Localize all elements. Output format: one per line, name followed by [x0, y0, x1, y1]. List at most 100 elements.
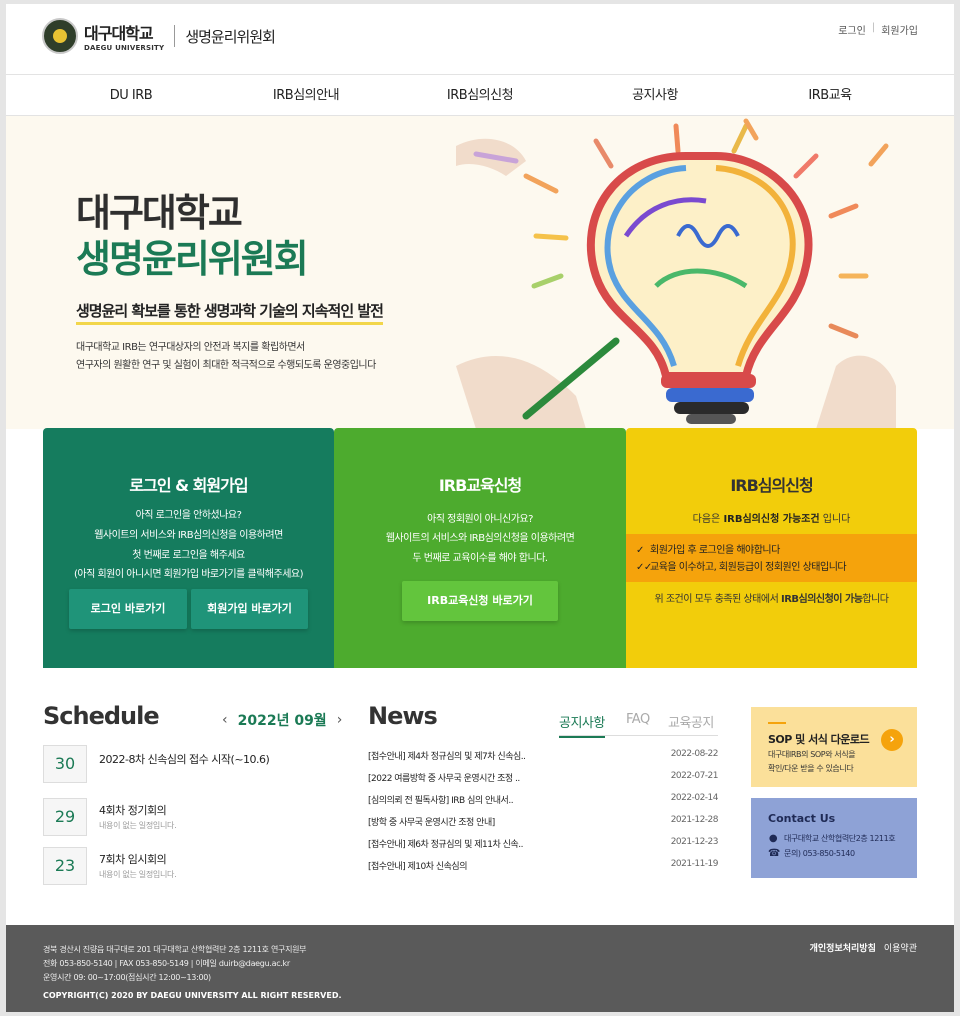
schedule-month-nav: ‹ 2022년 09월 ›	[222, 710, 342, 730]
contact-address-text: 대구대학교 산학협력단2층 1211호	[784, 834, 896, 843]
login-link[interactable]: 로그인	[838, 22, 866, 37]
news-row[interactable]: [접수안내] 제10차 신속심의 2021-11-19	[368, 859, 719, 875]
chevron-left-icon[interactable]: ‹	[222, 712, 228, 728]
quick-panels: 로그인 & 회원가입 아직 로그인을 안하셨나요? 웹사이트의 서비스와 IRB…	[43, 428, 917, 668]
login-panel-line: 웹사이트의 서비스와 IRB심의신청을 이용하려면	[94, 530, 283, 541]
contact-box: Contact Us ● 대구대학교 산학협력단2층 1211호 ☎ 문의) 0…	[751, 798, 917, 878]
review-condition-footer: 위 조건이 모두 충족된 상태에서 IRB심의신청이 가능합니다	[654, 594, 889, 605]
sop-accent-bar	[768, 722, 786, 724]
sop-description-line2: 확인/다운 받을 수 있습니다	[768, 764, 854, 773]
news-row-date: 2021-12-23	[670, 837, 719, 847]
news-row-title: [접수안내] 제6차 정규심의 및 제11차 신속..	[368, 840, 523, 850]
news-row[interactable]: [심의의뢰 전 필독사항] IRB 심의 안내서.. 2022-02-14	[368, 793, 719, 809]
news-row-date: 2021-12-28	[670, 815, 719, 825]
hero-subtitle: 생명윤리 확보를 통한 생명과학 기술의 지속적인 발전	[76, 300, 384, 325]
review-condition-emphasis: IRB심의신청 가능조건	[723, 514, 820, 525]
sop-title: SOP 및 서식 다운로드	[768, 733, 870, 746]
footer-copyright: COPYRIGHT(C) 2020 BY DAEGU UNIVERSITY AL…	[43, 991, 342, 1000]
news-row[interactable]: [접수안내] 제6차 정규심의 및 제11차 신속.. 2021-12-23	[368, 837, 719, 853]
review-panel-title: IRB심의신청	[730, 476, 813, 495]
terms-link[interactable]: 이용약관	[884, 941, 917, 954]
login-panel-line: (아직 회원이 아니시면 회원가입 바로가기를 클릭해주세요)	[74, 569, 304, 580]
schedule-item[interactable]: 23 7회차 임시회의 내용이 없는 일정입니다.	[43, 847, 343, 885]
arrow-right-icon[interactable]: ›	[881, 729, 903, 751]
lightbulb-illustration	[456, 118, 896, 429]
news-title: News	[368, 702, 438, 730]
review-panel: IRB심의신청 다음은 IRB심의신청 가능조건 입니다 ✓ 회원가입 후 로그인…	[626, 428, 917, 668]
signup-link[interactable]: 회원가입	[881, 22, 918, 37]
news-row[interactable]: [2022 여름방학 중 사무국 운영시간 조정 .. 2022-07-21	[368, 771, 719, 787]
schedule-description: 내용이 없는 일정입니다.	[99, 870, 177, 879]
site-name: 생명윤리위원회	[185, 27, 276, 46]
schedule-title: Schedule	[43, 702, 160, 730]
news-row[interactable]: [접수안내] 제4차 정규심의 및 제7차 신속심.. 2022-08-22	[368, 749, 719, 765]
site-footer: 경북 경산시 진량읍 대구대로 201 대구대학교 산학협력단 2층 1211호…	[6, 925, 954, 1012]
schedule-name: 7회차 임시회의	[99, 853, 167, 866]
sop-description-line1: 대구대IRB의 SOP와 서식을	[768, 750, 856, 759]
nav-irb-edu[interactable]: IRB교육	[808, 75, 852, 116]
education-panel-line: 두 번째로 교육이수를 해야 합니다.	[412, 553, 548, 564]
hero-description-line2: 연구자의 원활한 연구 및 실험이 최대한 적극적으로 수행되도록 운영중입니다	[76, 360, 376, 371]
tab-notice[interactable]: 공지사항	[559, 712, 605, 738]
contact-phone-text: 문의) 053-850-5140	[784, 849, 855, 858]
news-row-date: 2022-02-14	[670, 793, 719, 803]
chevron-right-icon[interactable]: ›	[337, 712, 343, 728]
hero-description-line1: 대구대학교 IRB는 연구대상자의 안전과 복지를 확립하면서	[76, 342, 305, 353]
util-links: 로그인 | 회원가입	[838, 22, 918, 37]
schedule-day: 30	[43, 745, 87, 783]
map-pin-icon: ●	[768, 833, 778, 844]
schedule-day: 23	[43, 847, 87, 885]
check-icon: ✓	[636, 545, 644, 556]
logo-english: DAEGU UNIVERSITY	[84, 44, 165, 52]
hero-title-line2: 생명윤리위원회	[76, 237, 309, 281]
schedule-item[interactable]: 29 4회차 정기회의 내용이 없는 일정입니다.	[43, 798, 343, 836]
schedule-item[interactable]: 30 2022-8차 신속심의 접수 시작(~10.6)	[43, 745, 343, 783]
privacy-policy-link[interactable]: 개인정보처리방침	[810, 941, 876, 954]
footer-hours: 운영시간 09: 00~17:00(점심시간 12:00~13:00)	[43, 973, 211, 982]
review-condition-note: 다음은 IRB심의신청 가능조건 입니다	[692, 514, 851, 525]
nav-du-irb[interactable]: DU IRB	[110, 75, 153, 116]
news-row-title: [접수안내] 제4차 정규심의 및 제7차 신속심..	[368, 752, 526, 762]
login-panel: 로그인 & 회원가입 아직 로그인을 안하셨나요? 웹사이트의 서비스와 IRB…	[43, 428, 334, 668]
schedule-name: 2022-8차 신속심의 접수 시작(~10.6)	[99, 753, 270, 766]
footer-links: 개인정보처리방침 이용약관	[810, 941, 917, 954]
login-panel-title: 로그인 & 회원가입	[129, 476, 248, 495]
news-row-title: [접수안내] 제10차 신속심의	[368, 862, 468, 872]
login-shortcut-button[interactable]: 로그인 바로가기	[69, 589, 187, 629]
condition-item: ✓ 회원가입 후 로그인을 해야합니다	[636, 542, 917, 559]
condition-item: ✓✓교육을 이수하고, 회원등급이 정회원인 상태입니다	[636, 559, 917, 576]
education-panel-line: 아직 정회원이 아니신가요?	[427, 514, 533, 525]
schedule-name: 4회차 정기회의	[99, 804, 167, 817]
news-row-title: [방학 중 사무국 운영시간 조정 안내]	[368, 818, 495, 828]
login-panel-line: 첫 번째로 로그인을 해주세요	[132, 550, 245, 561]
news-row-date: 2022-08-22	[670, 749, 719, 759]
footer-address: 경북 경산시 진량읍 대구대로 201 대구대학교 산학협력단 2층 1211호…	[43, 945, 307, 954]
education-panel: IRB교육신청 아직 정회원이 아니신가요? 웹사이트의 서비스와 IRB심의신…	[334, 428, 626, 668]
tab-education-notice[interactable]: 교육공지	[668, 712, 714, 731]
logo-korean: 대구대학교	[84, 24, 154, 43]
education-apply-button[interactable]: IRB교육신청 바로가기	[402, 581, 558, 621]
news-row-title: [심의의뢰 전 필독사항] IRB 심의 안내서..	[368, 796, 514, 806]
logo-divider	[174, 25, 176, 47]
contact-address: ● 대구대학교 산학협력단2층 1211호	[768, 833, 896, 844]
university-seal-icon	[42, 18, 78, 54]
news-row[interactable]: [방학 중 사무국 운영시간 조정 안내] 2021-12-28	[368, 815, 719, 831]
nav-notice[interactable]: 공지사항	[632, 75, 678, 116]
footer-contact: 전화 053-850-5140 | FAX 053-850-5149 | 이메일…	[43, 959, 290, 968]
site-header: 대구대학교 DAEGU UNIVERSITY 생명윤리위원회 로그인 | 회원가…	[6, 4, 954, 75]
schedule-month: 2022년 09월	[237, 713, 327, 729]
signup-shortcut-button[interactable]: 회원가입 바로가기	[191, 589, 308, 629]
review-condition-box: ✓ 회원가입 후 로그인을 해야합니다 ✓✓교육을 이수하고, 회원등급이 정회원…	[626, 534, 917, 582]
news-tabs: 공지사항 FAQ 교육공지	[559, 710, 718, 738]
nav-irb-apply[interactable]: IRB심의신청	[447, 75, 514, 116]
education-panel-title: IRB교육신청	[438, 476, 522, 495]
schedule-day: 29	[43, 798, 87, 836]
contact-phone: ☎ 문의) 053-850-5140	[768, 848, 855, 859]
tab-faq[interactable]: FAQ	[626, 712, 650, 727]
login-panel-line: 아직 로그인을 안하셨나요?	[135, 510, 242, 521]
main-nav: DU IRB IRB심의안내 IRB심의신청 공지사항 IRB교육	[6, 75, 954, 116]
nav-irb-guide[interactable]: IRB심의안내	[273, 75, 340, 116]
site-logo[interactable]: 대구대학교 DAEGU UNIVERSITY 생명윤리위원회	[42, 18, 276, 54]
contact-title: Contact Us	[768, 812, 836, 825]
sop-download-box[interactable]: SOP 및 서식 다운로드 대구대IRB의 SOP와 서식을 확인/다운 받을 …	[751, 707, 917, 787]
